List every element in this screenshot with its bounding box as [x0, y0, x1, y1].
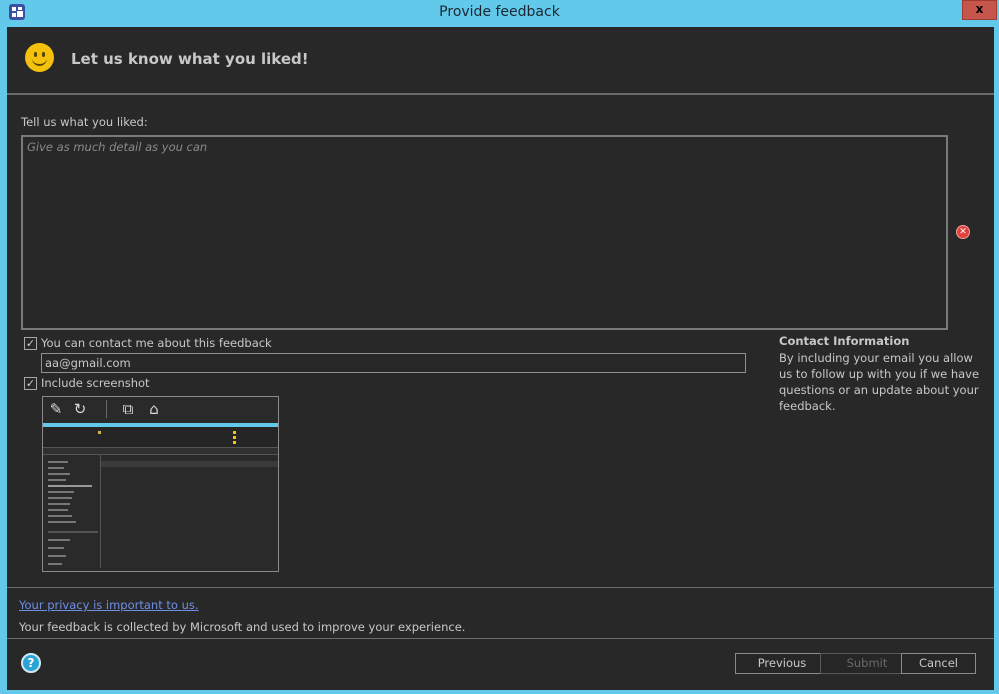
page-title: Let us know what you liked!: [71, 50, 309, 68]
dialog-header: Let us know what you liked!: [7, 27, 994, 93]
toolbar-separator: [106, 400, 107, 418]
feedback-label: Tell us what you liked:: [21, 115, 148, 129]
refresh-icon[interactable]: ↻: [71, 400, 89, 418]
submit-button[interactable]: Submit: [820, 653, 914, 674]
screenshot-crop-icon[interactable]: ⌂: [145, 400, 163, 418]
error-icon: ✕: [957, 226, 969, 238]
smiley-icon: [25, 43, 54, 72]
title-bar: Provide feedback x: [0, 0, 999, 27]
thumbnail-list-header: [101, 461, 278, 467]
close-button[interactable]: x: [962, 0, 997, 20]
privacy-link[interactable]: Your privacy is important to us.: [19, 598, 199, 612]
cancel-button[interactable]: Cancel: [901, 653, 976, 674]
header-divider: [7, 93, 994, 95]
privacy-text: Your feedback is collected by Microsoft …: [19, 620, 466, 634]
contact-info-title: Contact Information: [779, 334, 910, 348]
contact-checkbox[interactable]: ✓: [24, 337, 37, 350]
window-title: Provide feedback: [439, 4, 560, 20]
close-icon: x: [975, 2, 984, 16]
screenshot-checkbox[interactable]: ✓: [24, 377, 37, 390]
privacy-divider: [7, 587, 994, 588]
previous-button[interactable]: Previous: [735, 653, 829, 674]
feedback-placeholder: Give as much detail as you can: [27, 140, 208, 154]
feedback-dialog: Let us know what you liked! Tell us what…: [7, 27, 994, 690]
help-icon[interactable]: ?: [21, 653, 41, 673]
email-value: aa@gmail.com: [45, 356, 131, 370]
screenshot-checkbox-label: Include screenshot: [41, 376, 150, 390]
copy-icon[interactable]: ⧉: [119, 400, 137, 418]
contact-checkbox-label: You can contact me about this feedback: [41, 336, 272, 350]
feedback-textarea[interactable]: Give as much detail as you can: [21, 135, 948, 330]
contact-info-body: By including your email you allow us to …: [779, 351, 980, 413]
thumbnail-ribbon: [43, 427, 278, 448]
email-field[interactable]: aa@gmail.com: [41, 353, 746, 373]
footer-divider: [7, 638, 994, 639]
thumbnail-tree: [45, 455, 101, 568]
annotate-icon[interactable]: ✎: [47, 400, 65, 418]
thumbnail-address-bar: [43, 448, 278, 455]
screenshot-preview: ✎ ↻ ⧉ ⌂: [42, 396, 279, 572]
screenshot-toolbar: ✎ ↻ ⧉ ⌂: [43, 397, 278, 421]
